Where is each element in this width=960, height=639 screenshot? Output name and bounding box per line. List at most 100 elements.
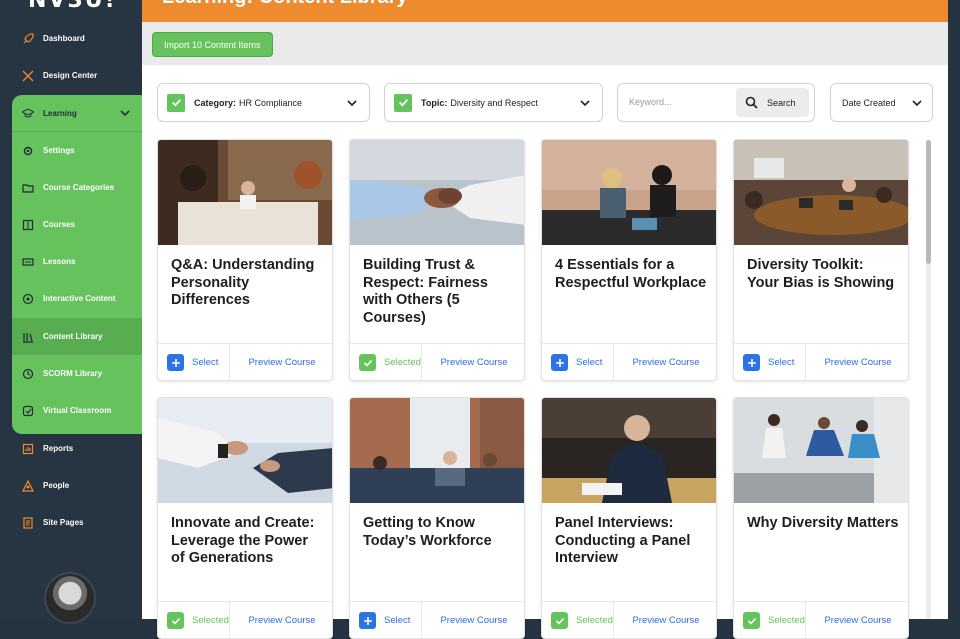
course-thumbnail: [734, 140, 909, 245]
chevron-down-icon: [347, 98, 357, 108]
chart-icon: [22, 443, 34, 455]
select-button[interactable]: Selected: [734, 602, 806, 639]
sidebar-item-label: Dashboard: [43, 34, 85, 43]
sidebar-item-label: Virtual Classroom: [43, 406, 111, 415]
checkbox-checked-icon: [394, 94, 412, 112]
course-title: Building Trust & Respect: Fairness with …: [363, 257, 515, 327]
sidebar-item-courses[interactable]: Courses: [0, 206, 142, 243]
filter-value: HR Compliance: [239, 98, 302, 108]
sidebar-item-site-pages[interactable]: Site Pages: [0, 504, 142, 541]
category-filter[interactable]: Category: HR Compliance: [157, 83, 370, 122]
preview-course-link[interactable]: Preview Course: [422, 615, 525, 626]
classroom-icon: [22, 405, 34, 417]
preview-course-link[interactable]: Preview Course: [614, 615, 717, 626]
import-button[interactable]: Import 10 Content Items: [152, 32, 273, 57]
course-title: Q&A: Understanding Personality Differenc…: [171, 257, 323, 310]
preview-course-link[interactable]: Preview Course: [422, 357, 525, 368]
search-input[interactable]: Keyword...: [629, 97, 672, 107]
select-button[interactable]: Select: [542, 344, 614, 382]
scorm-icon: [22, 368, 34, 380]
chevron-down-icon: [580, 98, 590, 108]
pages-icon: [22, 517, 34, 529]
sidebar-item-learning[interactable]: Learning: [12, 95, 142, 132]
sidebar-item-lessons[interactable]: Lessons: [0, 243, 142, 280]
select-label: Select: [576, 357, 602, 368]
select-button[interactable]: Select: [350, 602, 422, 639]
window-edge: [948, 0, 960, 619]
course-title: Innovate and Create: Leverage the Power …: [171, 515, 323, 568]
sort-dropdown[interactable]: Date Created: [830, 83, 933, 122]
plus-icon: [551, 354, 568, 371]
select-label: Selected: [768, 615, 805, 626]
sidebar-item-label: Learning: [43, 109, 77, 118]
course-card: 4 Essentials for a Respectful Workplace …: [541, 139, 717, 381]
course-card: Building Trust & Respect: Fairness with …: [349, 139, 525, 381]
graduation-cap-icon: [22, 107, 34, 119]
sidebar-item-label: Course Categories: [43, 183, 114, 192]
content-scrollbar[interactable]: [926, 140, 931, 619]
sidebar-item-label: Reports: [43, 444, 73, 453]
filter-label: Category:: [194, 98, 236, 108]
filter-value: Diversity and Respect: [450, 98, 538, 108]
check-icon: [167, 612, 184, 629]
filter-label: Topic:: [421, 98, 447, 108]
select-button[interactable]: Selected: [158, 602, 230, 639]
course-card: Q&A: Understanding Personality Differenc…: [157, 139, 333, 381]
preview-course-link[interactable]: Preview Course: [230, 615, 333, 626]
avatar[interactable]: [44, 572, 96, 624]
sidebar-item-virtual-classroom[interactable]: Virtual Classroom: [0, 392, 142, 429]
page-title: Learning: Content Library: [162, 0, 408, 9]
sidebar-item-settings[interactable]: Settings: [0, 132, 142, 169]
select-label: Select: [192, 357, 218, 368]
gear-icon: [22, 145, 34, 157]
preview-course-link[interactable]: Preview Course: [806, 615, 909, 626]
course-card: Diversity Toolkit: Your Bias is Showing …: [733, 139, 909, 381]
course-card: Innovate and Create: Leverage the Power …: [157, 397, 333, 639]
sidebar-item-content-library[interactable]: Content Library: [0, 318, 142, 355]
search-button-label: Search: [767, 98, 796, 108]
search-button[interactable]: Search: [736, 88, 809, 117]
course-thumbnail: [734, 398, 909, 503]
sidebar-item-design-center[interactable]: Design Center: [0, 57, 142, 94]
sidebar-item-reports[interactable]: Reports: [0, 430, 142, 467]
scrollbar-thumb[interactable]: [926, 140, 931, 264]
sidebar-item-interactive-content[interactable]: Interactive Content: [0, 280, 142, 317]
sidebar-item-label: Site Pages: [43, 518, 83, 527]
sidebar-item-label: Courses: [43, 220, 75, 229]
sidebar-item-people[interactable]: People: [0, 467, 142, 504]
keyword-search: Keyword... Search: [617, 83, 815, 122]
course-title: Getting to Know Today’s Workforce: [363, 515, 515, 550]
people-icon: [22, 480, 34, 492]
topic-filter[interactable]: Topic: Diversity and Respect: [384, 83, 603, 122]
course-thumbnail: [350, 398, 525, 503]
sidebar-item-label: People: [43, 481, 69, 490]
check-icon: [359, 354, 376, 371]
sidebar-item-course-categories[interactable]: Course Categories: [0, 169, 142, 206]
course-thumbnail: [542, 398, 717, 503]
sidebar-item-scorm-library[interactable]: SCORM Library: [0, 355, 142, 392]
course-title: Panel Interviews: Conducting a Panel Int…: [555, 515, 707, 568]
select-button[interactable]: Select: [734, 344, 806, 382]
select-button[interactable]: Selected: [542, 602, 614, 639]
sidebar-item-label: Content Library: [43, 332, 103, 341]
course-thumbnail: [350, 140, 525, 245]
course-thumbnail: [158, 140, 333, 245]
select-label: Select: [384, 615, 410, 626]
sidebar-item-label: Design Center: [43, 71, 97, 80]
sidebar-item-label: SCORM Library: [43, 369, 102, 378]
plus-icon: [167, 354, 184, 371]
course-title: 4 Essentials for a Respectful Workplace: [555, 257, 707, 292]
preview-course-link[interactable]: Preview Course: [230, 357, 333, 368]
course-thumbnail: [158, 398, 333, 503]
select-button[interactable]: Select: [158, 344, 230, 382]
sidebar-item-dashboard[interactable]: Dashboard: [0, 20, 142, 57]
preview-course-link[interactable]: Preview Course: [614, 357, 717, 368]
select-button[interactable]: Selected: [350, 344, 422, 382]
course-card: Getting to Know Today’s Workforce Select…: [349, 397, 525, 639]
card-actions: Selected Preview Course: [734, 601, 909, 639]
book-icon: [22, 219, 34, 231]
preview-course-link[interactable]: Preview Course: [806, 357, 909, 368]
plus-icon: [743, 354, 760, 371]
card-actions: Select Preview Course: [734, 343, 909, 381]
check-icon: [743, 612, 760, 629]
